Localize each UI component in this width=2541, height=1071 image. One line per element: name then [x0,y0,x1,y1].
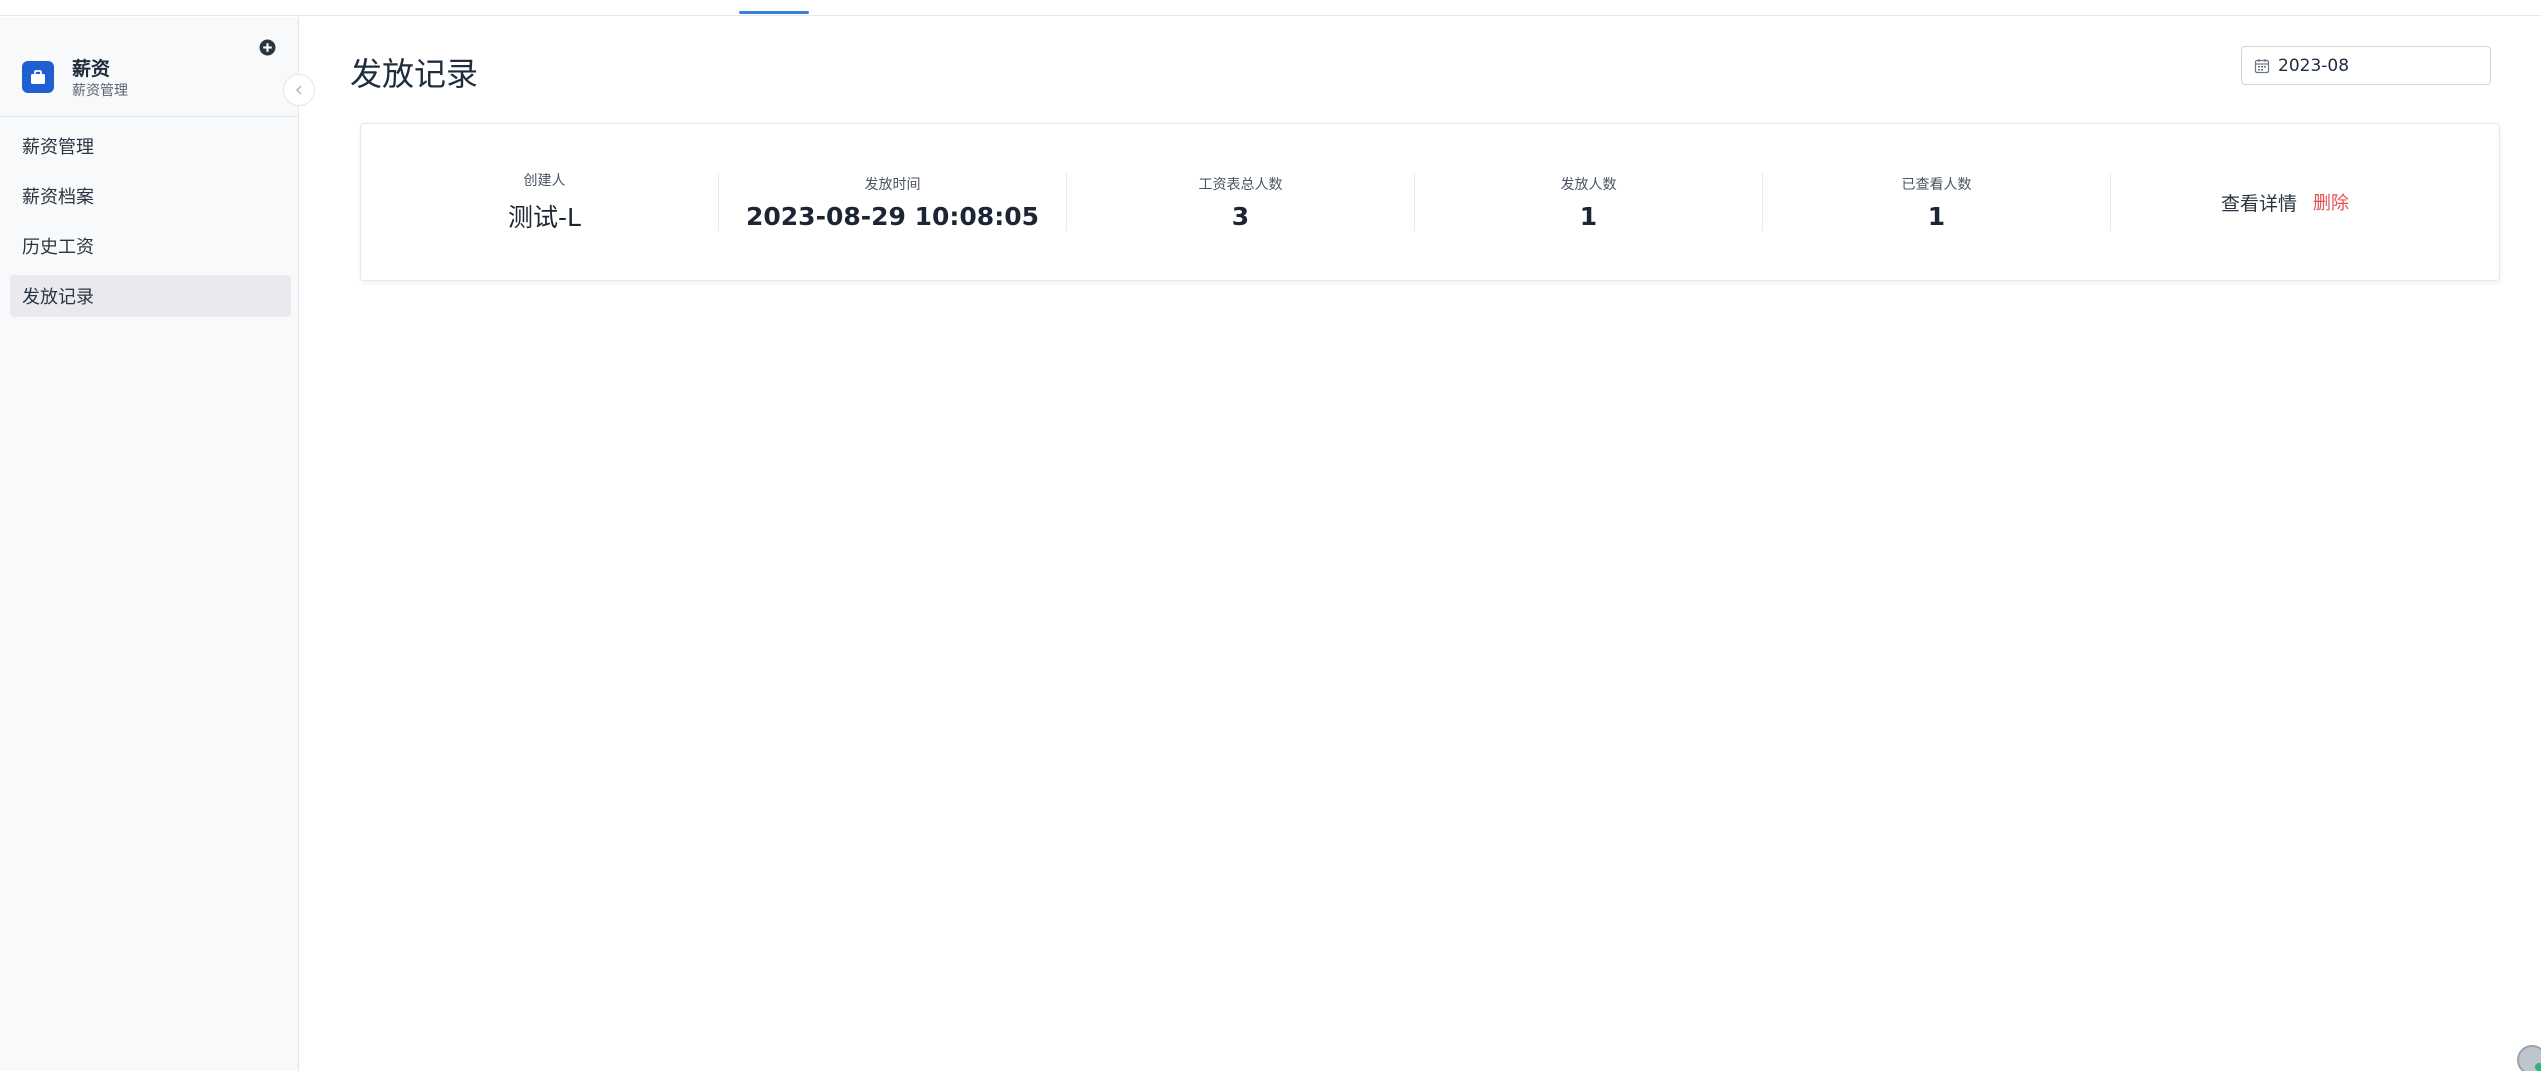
sidebar-item-payout-records[interactable]: 发放记录 [10,275,291,317]
briefcase-icon [31,70,45,84]
view-details-link[interactable]: 查看详情 [2221,189,2297,216]
total-count-cell: 工资表总人数 3 [1067,173,1415,231]
top-navigation-bar [0,0,2541,16]
status-dot [2535,1063,2541,1071]
creator-cell: 创建人 测试-L [371,173,719,232]
total-count-label: 工资表总人数 [1198,176,1283,193]
month-picker-value: 2023-08 [2278,55,2350,76]
creator-value: 测试-L [508,203,581,232]
viewed-count-label: 已查看人数 [1901,176,1972,193]
sidebar-item-salary-management[interactable]: 薪资管理 [10,125,291,167]
brand-title: 薪资 [72,58,111,80]
chevron-left-icon [295,85,302,95]
plus-circle-icon[interactable] [259,39,276,56]
issued-count-value: 1 [1579,201,1598,231]
payout-time-cell: 发放时间 2023-08-29 10:08:05 [719,173,1067,231]
sidebar-item-salary-archive[interactable]: 薪资档案 [10,175,291,217]
creator-label: 创建人 [523,173,566,189]
payout-time-label: 发放时间 [864,176,921,193]
payout-time-value: 2023-08-29 10:08:05 [746,201,1039,231]
page-title: 发放记录 [350,55,479,93]
sidebar-menu: 薪资管理 薪资档案 历史工资 发放记录 [10,125,291,325]
brand-logo [22,61,54,93]
sidebar-collapse-button[interactable] [283,74,315,106]
calendar-icon [2254,58,2270,73]
floating-assistant-button[interactable] [2517,1045,2541,1071]
delete-link[interactable]: 删除 [2313,189,2349,215]
active-tab-indicator [739,11,809,14]
brand-subtitle: 薪资管理 [72,83,128,99]
issued-count-label: 发放人数 [1560,176,1617,193]
viewed-count-cell: 已查看人数 1 [1763,173,2111,231]
main-content: 发放记录 2023-08 创建人 测试-L 发放时间 2023-08-29 10… [300,17,2541,1071]
sidebar: 薪资 薪资管理 薪资管理 薪资档案 历史工资 发放记录 [0,17,315,1071]
payout-record-card: 创建人 测试-L 发放时间 2023-08-29 10:08:05 工资表总人数… [360,123,2500,281]
month-picker[interactable]: 2023-08 [2241,46,2491,85]
viewed-count-value: 1 [1927,201,1946,231]
total-count-value: 3 [1231,201,1250,231]
sidebar-item-salary-history[interactable]: 历史工资 [10,225,291,267]
issued-count-cell: 发放人数 1 [1415,173,1763,231]
sidebar-brand: 薪资 薪资管理 [0,17,298,117]
record-actions: 查看详情 删除 [2111,173,2459,231]
